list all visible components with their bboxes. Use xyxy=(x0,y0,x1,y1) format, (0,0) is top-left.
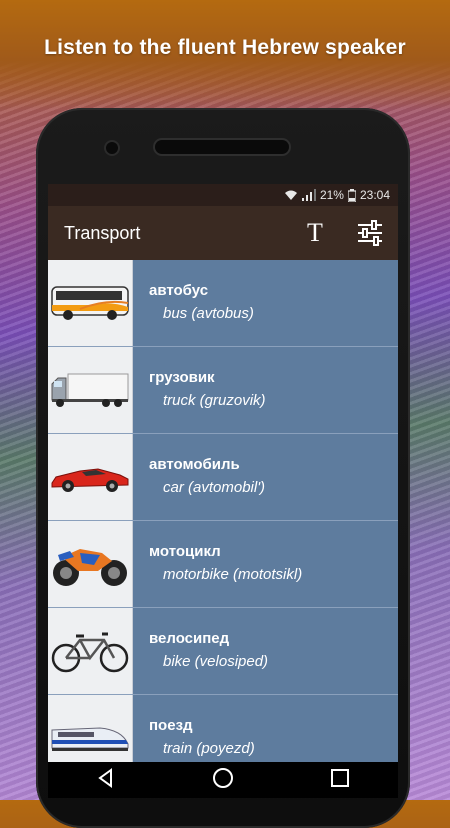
vocabulary-list: автобус bus (avtobus) грузовик truck (gr… xyxy=(48,260,398,782)
navigation-bar xyxy=(48,762,398,798)
list-item[interactable]: велосипед bike (velosiped) xyxy=(48,608,398,695)
translation-text: truck (gruzovik) xyxy=(163,392,266,409)
translation-text: train (poyezd) xyxy=(163,740,255,757)
list-item[interactable]: грузовик truck (gruzovik) xyxy=(48,347,398,434)
motorbike-icon xyxy=(48,521,133,607)
translation-text: bus (avtobus) xyxy=(163,305,254,322)
back-icon[interactable] xyxy=(96,767,116,793)
word-text: поезд xyxy=(149,717,193,734)
status-bar: 21% 23:04 xyxy=(48,184,398,206)
page-title: Transport xyxy=(64,222,141,243)
word-text: автомобиль xyxy=(149,456,240,473)
battery-icon xyxy=(347,188,356,202)
app-bar: Transport T xyxy=(48,206,398,260)
recents-icon[interactable] xyxy=(330,768,350,793)
list-item[interactable]: мотоцикл motorbike (mototsikl) xyxy=(48,521,398,608)
list-item[interactable]: автомобиль car (avtomobil') xyxy=(48,434,398,521)
home-icon[interactable] xyxy=(212,767,234,794)
translation-text: motorbike (mototsikl) xyxy=(163,566,303,583)
translation-text: car (avtomobil') xyxy=(163,479,266,496)
text-size-button[interactable]: T xyxy=(300,218,330,248)
list-item[interactable]: автобус bus (avtobus) xyxy=(48,260,398,347)
phone-screen: 21% 23:04 Transport T автобус bus (avtob… xyxy=(48,184,398,798)
word-text: грузовик xyxy=(149,369,215,386)
word-text: мотоцикл xyxy=(149,543,221,560)
phone-frame: 21% 23:04 Transport T автобус bus (avtob… xyxy=(36,108,410,828)
wifi-icon xyxy=(284,189,298,201)
car-icon xyxy=(48,434,133,520)
signal-icon xyxy=(301,189,316,201)
word-text: автобус xyxy=(149,282,209,299)
word-text: велосипед xyxy=(149,630,230,647)
bike-icon xyxy=(48,608,133,694)
truck-icon xyxy=(48,347,133,433)
translation-text: bike (velosiped) xyxy=(163,653,269,670)
clock: 23:04 xyxy=(359,188,390,202)
settings-sliders-icon[interactable] xyxy=(356,220,384,246)
bus-icon xyxy=(48,260,133,346)
earpiece-speaker xyxy=(155,140,289,154)
battery-percent: 21% xyxy=(319,188,344,202)
front-camera xyxy=(106,142,118,154)
promo-title: Listen to the fluent Hebrew speaker xyxy=(44,36,406,59)
